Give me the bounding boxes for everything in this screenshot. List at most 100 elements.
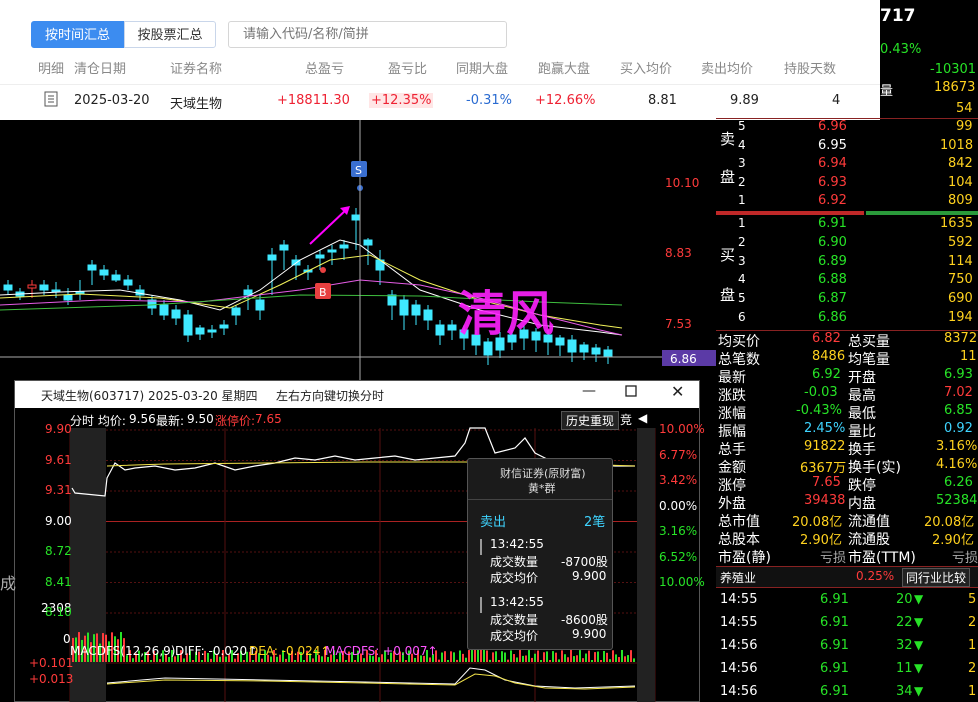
tick-count: 2 <box>968 615 977 630</box>
trade-price-label: 成交均价 <box>490 571 539 585</box>
price-axis-label: 8.83 <box>665 246 692 260</box>
tick-count: 2 <box>968 661 977 676</box>
left-partial-text: 成 <box>0 574 17 593</box>
broker-name: 财信证券(原财富) <box>500 467 586 480</box>
tab-by-stock[interactable]: 按股票汇总 <box>124 21 216 48</box>
stat-value: 6.26 <box>944 475 973 490</box>
stat-label: 最新 <box>718 370 746 386</box>
document-icon[interactable] <box>44 91 58 107</box>
column-header[interactable]: 清仓日期 <box>74 58 126 77</box>
trade-count: 2笔 <box>584 515 606 530</box>
stat-value: 52384 <box>936 493 978 508</box>
buy-marker-label: B <box>319 286 327 299</box>
stat-label: 量比 <box>848 424 876 440</box>
collapse-icon[interactable]: ◀ <box>638 411 647 425</box>
tick-price: 6.91 <box>820 638 849 653</box>
bid-level: 4 <box>738 272 746 287</box>
kline-candle <box>63 294 73 301</box>
trade-tooltip: 财信证券(原财富) 黄*群 卖出 2笔 13:42:55 成交数量 -8700股 成交… <box>467 458 613 650</box>
macd-diff: DIFF: -0.020↑ <box>175 644 258 658</box>
percent-axis-label: 10.00% <box>659 422 705 436</box>
tick-time: 14:55 <box>720 615 758 630</box>
stat-label: 总手 <box>718 442 746 458</box>
buy-point <box>320 267 326 273</box>
volume-value: 18673 <box>934 80 976 95</box>
limit-price: 7.65 <box>255 412 282 426</box>
cell-stock-name[interactable]: 天域生物 <box>170 93 222 112</box>
trade-time: 13:42:55 <box>490 537 544 551</box>
tab-by-time[interactable]: 按时间汇总 <box>31 21 124 48</box>
industry-name[interactable]: 养殖业 <box>720 569 756 586</box>
minimize-button[interactable]: — <box>582 383 596 399</box>
tick-volume: 34 <box>896 684 913 699</box>
sell-side-label: 盘 <box>720 168 736 186</box>
bid-level: 5 <box>738 291 746 306</box>
avg-price: 9.56 <box>129 412 156 426</box>
stat-value: -0.43% <box>796 403 842 418</box>
column-header[interactable]: 跑赢大盘 <box>538 58 590 77</box>
bid-price: 6.89 <box>818 253 847 269</box>
percent-axis-label: 3.16% <box>659 524 698 538</box>
tick-count: 5 <box>968 592 977 607</box>
kline-candle <box>279 244 289 251</box>
stat-value: 2.90亿 <box>800 533 842 548</box>
search-input[interactable] <box>228 21 507 48</box>
kline-candle <box>591 347 601 355</box>
column-header[interactable]: 总盈亏 <box>305 58 344 77</box>
latest-price: 9.50 <box>187 412 214 426</box>
bid-price: 6.88 <box>818 272 847 288</box>
ask-price: 6.92 <box>818 193 847 208</box>
stat-label: 流通股 <box>848 532 890 548</box>
stat-value: 亏损 <box>952 551 978 566</box>
ask-price: 6.96 <box>818 119 847 134</box>
trade-qty-label: 成交数量 <box>490 613 539 627</box>
column-header[interactable]: 买入均价 <box>620 58 672 77</box>
ask-level: 1 <box>738 193 746 207</box>
trader-name: 黄*群 <box>528 482 556 495</box>
stat-label: 涨幅 <box>718 406 746 422</box>
kline-candle <box>351 214 361 221</box>
tick-price: 6.91 <box>820 661 849 676</box>
kline-candle <box>27 284 37 289</box>
bid-price: 6.90 <box>818 234 847 250</box>
kline-candle <box>423 309 433 321</box>
stat-label: 跌停 <box>848 478 876 494</box>
volume-diff: -10301 <box>930 62 977 77</box>
tick-count: 1 <box>968 684 977 699</box>
stat-label: 开盘 <box>848 370 876 386</box>
sell-ratio-bar <box>866 211 978 215</box>
stat-label: 涨停 <box>718 478 746 494</box>
down-arrow-icon: ▼ <box>914 661 924 675</box>
stat-value: -0.03 <box>804 385 838 400</box>
limit-label: 涨停价: <box>215 414 256 428</box>
bid-volume: 592 <box>948 234 973 250</box>
stat-value: 4.16% <box>936 457 978 472</box>
column-header[interactable]: 盈亏比 <box>388 58 427 77</box>
ask-price: 6.95 <box>818 137 847 153</box>
window-hint: 左右方向键切换分时 <box>276 389 385 403</box>
window-titlebar[interactable]: 天域生物(603717) 2025-03-20 星期四 左右方向键切换分时 — … <box>15 381 699 408</box>
history-replay-button[interactable]: 历史重现 <box>561 411 620 430</box>
column-header[interactable]: 同期大盘 <box>456 58 508 77</box>
close-button[interactable]: ✕ <box>671 382 684 401</box>
auction-button[interactable]: 竞 <box>620 411 632 428</box>
kline-candle <box>327 249 337 253</box>
ask-level: 5 <box>738 119 746 133</box>
stat-value: 20.08亿 <box>924 515 975 530</box>
column-header[interactable]: 证券名称 <box>170 58 222 77</box>
info-label: 分时 均价: <box>70 414 126 428</box>
kline-candle <box>579 344 589 353</box>
compare-industry-button[interactable]: 同行业比较 <box>902 568 971 587</box>
trade-price: 9.900 <box>572 569 607 583</box>
bid-price: 6.86 <box>818 310 847 325</box>
price-axis-label: 8.72 <box>45 544 72 558</box>
kline-candle <box>99 269 109 276</box>
tick-price: 6.91 <box>820 684 849 699</box>
stat-value: 2.90亿 <box>932 533 974 548</box>
down-arrow-icon: ▼ <box>914 592 924 606</box>
stat-value: 6367万 <box>800 461 847 476</box>
maximize-button[interactable] <box>625 385 637 401</box>
percent-axis-label: 6.77% <box>659 447 698 462</box>
kline-chart[interactable]: 10.10 8.83 7.53 6.86 S B 清风 <box>0 120 716 380</box>
window-title: 天域生物(603717) 2025-03-20 星期四 <box>41 389 258 403</box>
